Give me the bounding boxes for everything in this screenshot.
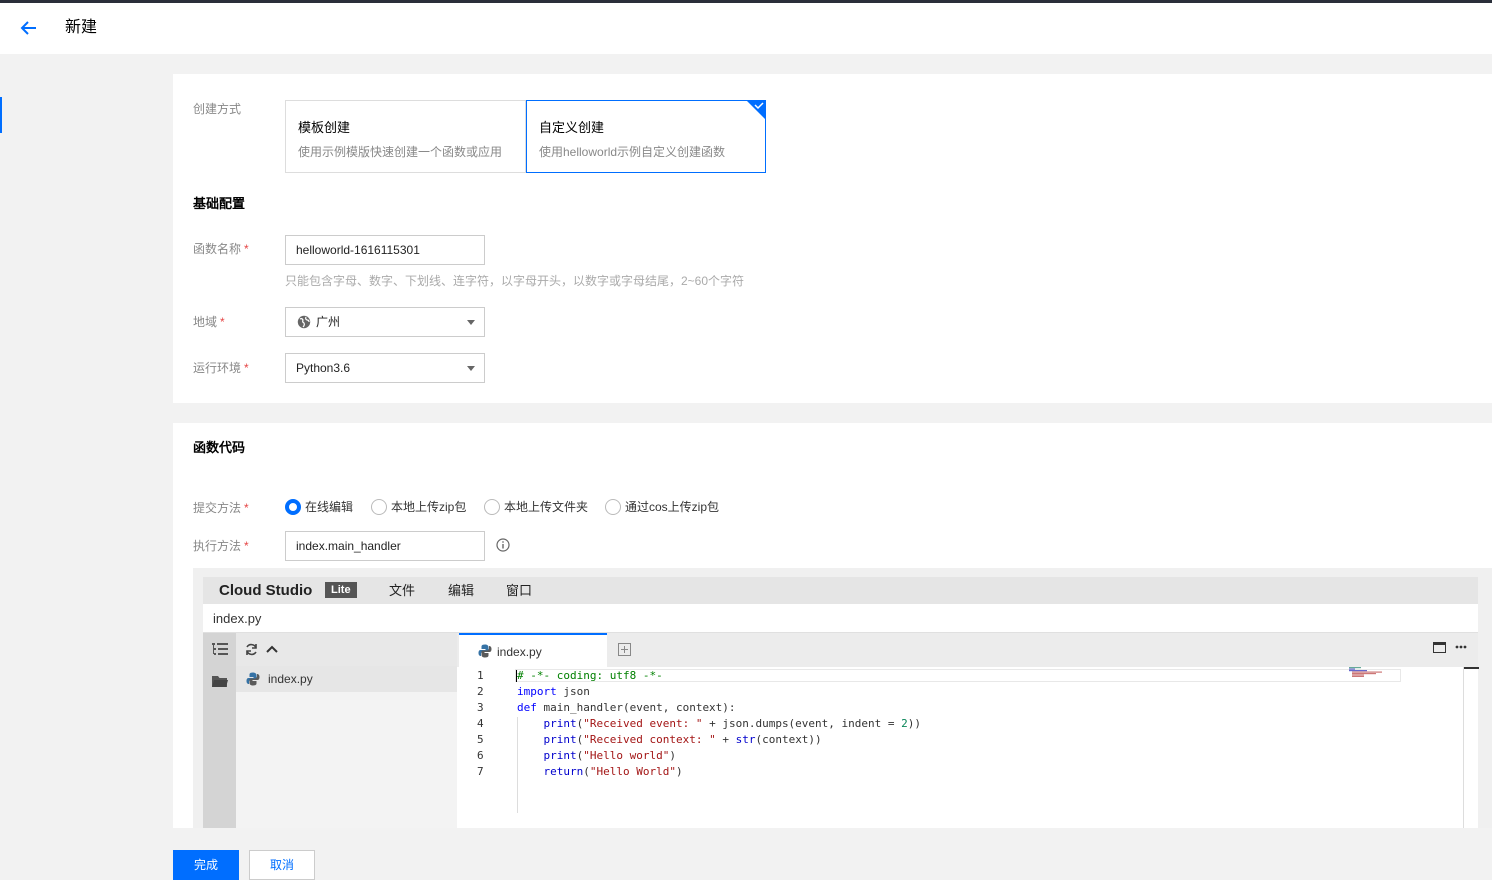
sidebar-active-marker	[0, 97, 2, 133]
editor-tab-index-py[interactable]: index.py	[459, 633, 607, 667]
runtime-select[interactable]: Python3.6	[285, 353, 485, 383]
page-title: 新建	[65, 19, 98, 36]
function-name-label: 函数名称 *	[193, 242, 249, 256]
code-line: 6 print("Hello world")	[477, 749, 676, 762]
editor-tabstrip: index.py	[457, 633, 1478, 667]
folder-icon[interactable]	[212, 675, 228, 688]
basic-config-title: 基础配置	[193, 196, 246, 211]
maximize-icon[interactable]	[1433, 642, 1446, 653]
handler-input[interactable]: index.main_handler	[285, 531, 485, 561]
editor-vertical-scrollbar[interactable]	[1463, 667, 1479, 828]
radio-cos-zip[interactable]: 通过cos上传zip包	[605, 498, 719, 516]
code-line: 5 print("Received context: " + str(conte…	[477, 733, 822, 746]
ide-brand: Cloud Studio	[219, 582, 313, 599]
activity-bar	[203, 633, 236, 828]
code-editor: index.py 1 # -*- coding: utf8 -*- 2 impo…	[457, 633, 1479, 828]
explorer-file-item[interactable]: index.py	[236, 666, 457, 692]
code-line: 3 def main_handler(event, context):	[477, 701, 736, 714]
card-title: 模板创建	[298, 120, 351, 135]
handler-label: 执行方法 *	[193, 539, 249, 553]
back-arrow-icon[interactable]	[18, 17, 40, 39]
chevron-down-icon	[467, 320, 475, 325]
function-code-title: 函数代码	[193, 440, 246, 455]
region-label: 地域 *	[193, 315, 225, 329]
code-line: 2 import json	[477, 685, 590, 698]
explorer-file-name: index.py	[268, 672, 313, 686]
radio-upload-folder[interactable]: 本地上传文件夹	[484, 498, 588, 516]
ide-menubar: Cloud Studio Lite 文件 编辑 窗口	[203, 577, 1478, 604]
region-value: 广州	[316, 315, 341, 329]
custom-create-card[interactable]: 自定义创建 使用helloworld示例自定义创建函数	[526, 100, 766, 173]
finish-button[interactable]: 完成	[173, 850, 239, 880]
page-header: 新建	[0, 3, 1492, 54]
editor-tab-label: index.py	[497, 645, 542, 659]
current-file-bar: index.py	[203, 604, 1478, 633]
python-file-icon	[478, 644, 492, 658]
runtime-label: 运行环境 *	[193, 361, 249, 375]
create-mode-label: 创建方式	[193, 102, 242, 116]
minimap[interactable]	[1349, 667, 1413, 677]
code-area[interactable]: 1 # -*- coding: utf8 -*- 2 import json 3 de…	[457, 667, 1463, 828]
function-code-panel: 函数代码 提交方法 * 在线编辑 本地上传zip包 本地上传文件夹 通过cos上传…	[173, 423, 1492, 828]
card-desc: 使用helloworld示例自定义创建函数	[539, 145, 726, 159]
menu-file[interactable]: 文件	[389, 582, 415, 600]
globe-icon	[297, 315, 311, 329]
menu-window[interactable]: 窗口	[506, 582, 532, 600]
submit-method-label: 提交方法 *	[193, 501, 249, 515]
python-file-icon	[246, 672, 260, 686]
cloud-studio-ide: Cloud Studio Lite 文件 编辑 窗口 index.py inde…	[193, 568, 1492, 828]
basic-config-panel: 创建方式 模板创建 使用示例模版快速创建一个函数或应用 自定义创建 使用hell…	[173, 74, 1492, 403]
info-icon[interactable]	[496, 538, 510, 552]
refresh-icon[interactable]	[245, 643, 258, 656]
runtime-value: Python3.6	[296, 361, 351, 375]
menu-edit[interactable]: 编辑	[448, 582, 474, 600]
function-name-hint: 只能包含字母、数字、下划线、连字符，以字母开头，以数字或字母结尾，2~60个字符	[285, 274, 745, 288]
radio-online-edit[interactable]: 在线编辑	[285, 498, 353, 516]
cancel-button[interactable]: 取消	[249, 850, 315, 880]
template-create-card[interactable]: 模板创建 使用示例模版快速创建一个函数或应用	[285, 100, 526, 173]
code-line: 4 print("Received event: " + json.dumps(…	[477, 717, 922, 730]
code-line: 1 # -*- coding: utf8 -*-	[477, 669, 663, 682]
new-tab-icon[interactable]	[618, 643, 631, 656]
lite-badge: Lite	[325, 582, 357, 598]
chevron-down-icon	[467, 366, 475, 371]
selected-check-icon	[746, 100, 766, 120]
code-line: 7 return("Hello World")	[477, 765, 683, 778]
card-title: 自定义创建	[539, 120, 605, 135]
current-file-name: index.py	[213, 611, 262, 626]
radio-upload-zip[interactable]: 本地上传zip包	[371, 498, 466, 516]
region-select[interactable]: 广州	[285, 307, 485, 337]
explorer-toolbar	[236, 633, 457, 666]
file-explorer: index.py	[236, 633, 457, 828]
card-desc: 使用示例模版快速创建一个函数或应用	[298, 145, 503, 159]
chevron-up-icon[interactable]	[266, 644, 278, 654]
more-icon[interactable]	[1455, 645, 1467, 649]
function-name-input[interactable]: helloworld-1616115301	[285, 235, 485, 265]
tree-list-icon[interactable]	[212, 642, 228, 656]
